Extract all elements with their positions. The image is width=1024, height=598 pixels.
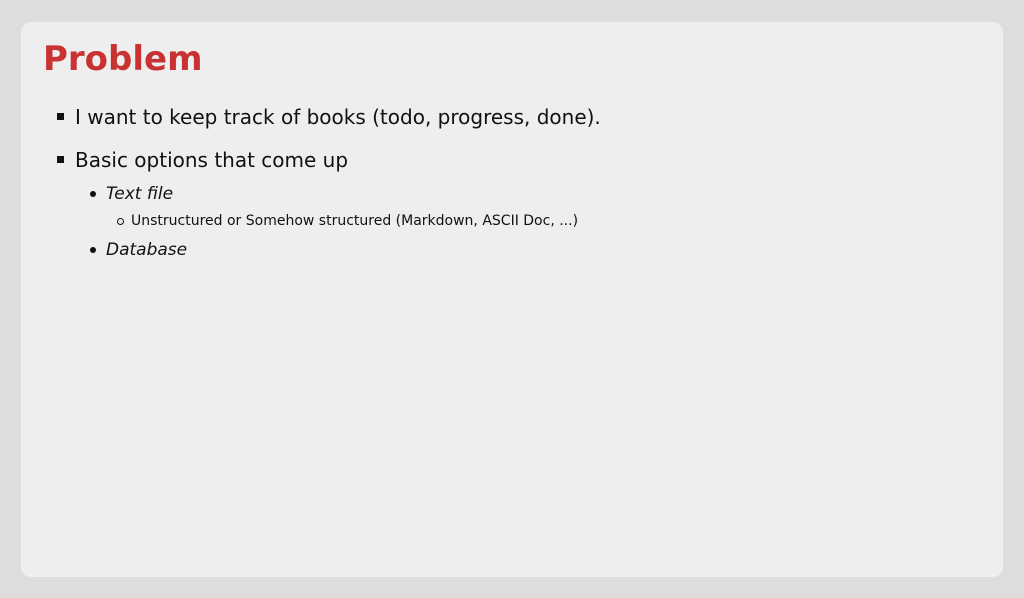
list-item: I want to keep track of books (todo, pro… bbox=[55, 102, 601, 132]
bullet-list: I want to keep track of books (todo, pro… bbox=[55, 102, 601, 276]
sub-list-item: Database bbox=[87, 237, 601, 263]
list-item-text: Basic options that come up bbox=[75, 148, 349, 172]
list-item-text: I want to keep track of books (todo, pro… bbox=[75, 105, 601, 129]
disc-bullet-icon bbox=[90, 247, 96, 253]
sub-sub-list-item: Unstructured or Somehow structured (Mark… bbox=[115, 211, 601, 231]
disc-bullet-icon bbox=[90, 191, 96, 197]
sub-sub-bullet-list: Unstructured or Somehow structured (Mark… bbox=[115, 211, 601, 231]
sub-list-item: Text file Unstructured or Somehow struct… bbox=[87, 181, 601, 231]
sub-list-item-text: Database bbox=[106, 240, 188, 260]
square-bullet-icon bbox=[57, 113, 64, 120]
list-item: Basic options that come up Text file Uns… bbox=[55, 145, 601, 263]
square-bullet-icon bbox=[57, 156, 64, 163]
sub-sub-list-item-text: Unstructured or Somehow structured (Mark… bbox=[131, 213, 579, 229]
sub-list-item-text: Text file bbox=[106, 184, 174, 204]
slide-title: Problem bbox=[43, 39, 203, 79]
circle-bullet-icon bbox=[117, 218, 124, 225]
sub-bullet-list: Text file Unstructured or Somehow struct… bbox=[87, 181, 601, 263]
slide: Problem I want to keep track of books (t… bbox=[21, 22, 1003, 577]
